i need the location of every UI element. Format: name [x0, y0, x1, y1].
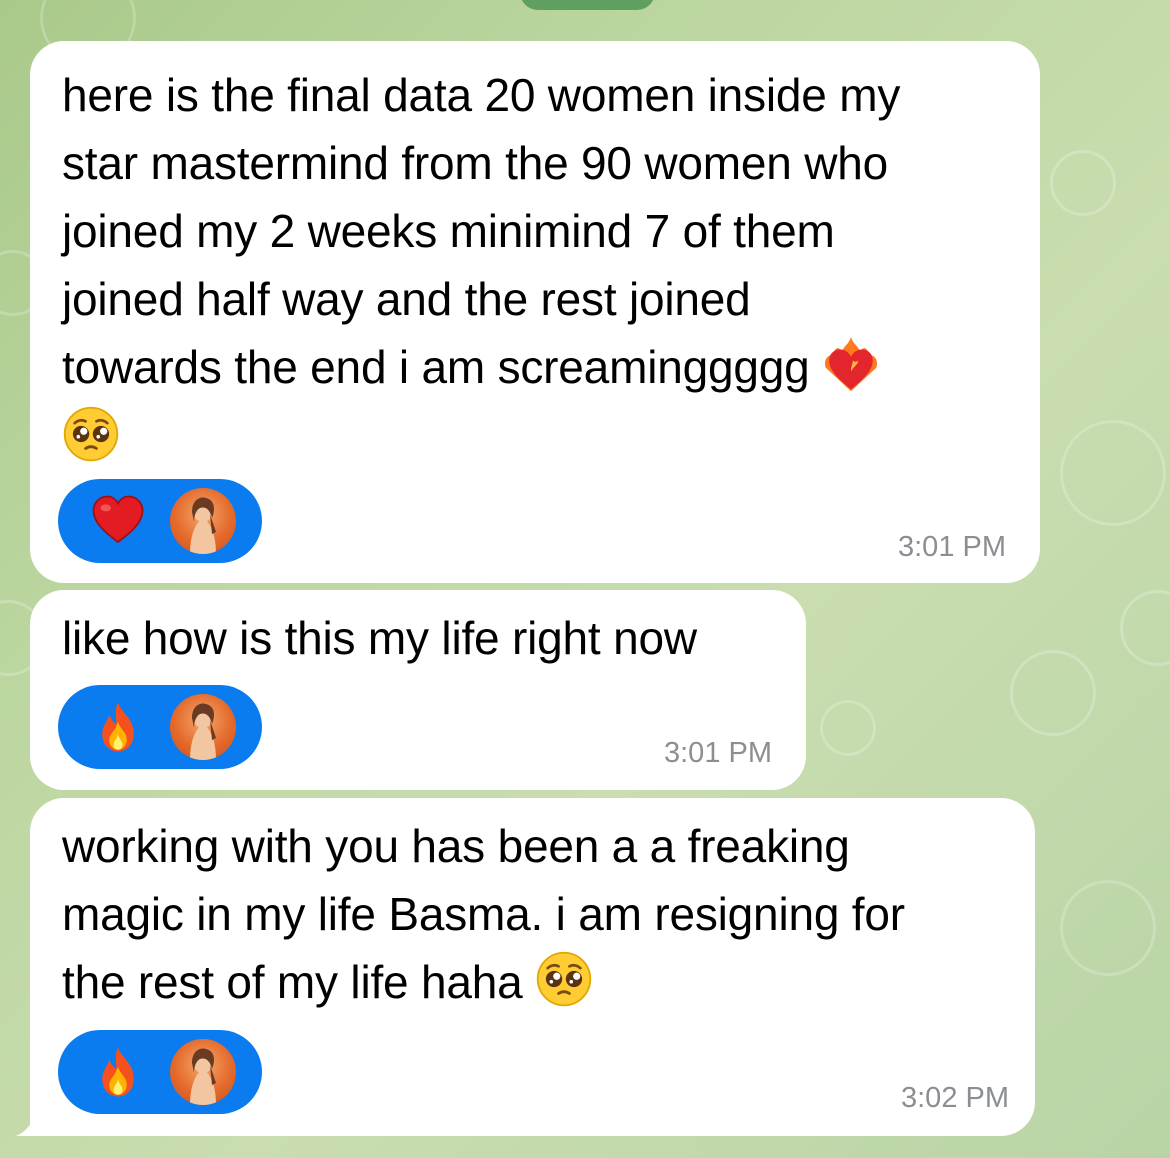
message-line	[62, 401, 900, 469]
reaction-pill[interactable]	[58, 685, 262, 769]
message-text: here is the final data 20 women inside m…	[62, 61, 900, 469]
message-timestamp: 3:01 PM	[898, 531, 1006, 563]
reaction-pill[interactable]	[58, 479, 262, 563]
message-bubble[interactable]: working with you has been a a freaking m…	[30, 798, 1035, 1136]
avatar	[170, 1039, 236, 1105]
message-line: joined half way and the rest joined	[62, 273, 751, 325]
pleading-face-icon	[535, 950, 593, 1008]
red-heart-icon	[90, 493, 146, 549]
fire-icon	[90, 699, 146, 755]
avatar	[170, 488, 236, 554]
fire-icon	[90, 1044, 146, 1100]
message-line: working with you has been a a freaking	[62, 820, 850, 872]
message-text: like how is this my life right now	[62, 604, 697, 672]
message-timestamp: 3:02 PM	[901, 1082, 1009, 1114]
message-line: here is the final data 20 women inside m…	[62, 69, 901, 121]
message-bubble[interactable]: here is the final data 20 women inside m…	[30, 41, 1040, 583]
message-line: the rest of my life haha	[62, 948, 905, 1016]
message-timestamp: 3:01 PM	[664, 737, 772, 769]
avatar	[170, 694, 236, 760]
message-line: magic in my life Basma. i am resigning f…	[62, 888, 905, 940]
bubble-tail	[16, 1100, 56, 1136]
date-header-pill	[520, 0, 655, 10]
heart-on-fire-icon	[822, 335, 880, 393]
message-bubble[interactable]: like how is this my life right now 3:01 …	[30, 590, 806, 790]
message-line: towards the end i am screaminggggg	[62, 333, 900, 401]
message-line: joined my 2 weeks minimind 7 of them	[62, 205, 835, 257]
message-line: like how is this my life right now	[62, 612, 697, 664]
message-line: star mastermind from the 90 women who	[62, 137, 889, 189]
pleading-face-icon	[62, 405, 120, 463]
message-text: working with you has been a a freaking m…	[62, 812, 905, 1016]
reaction-pill[interactable]	[58, 1030, 262, 1114]
